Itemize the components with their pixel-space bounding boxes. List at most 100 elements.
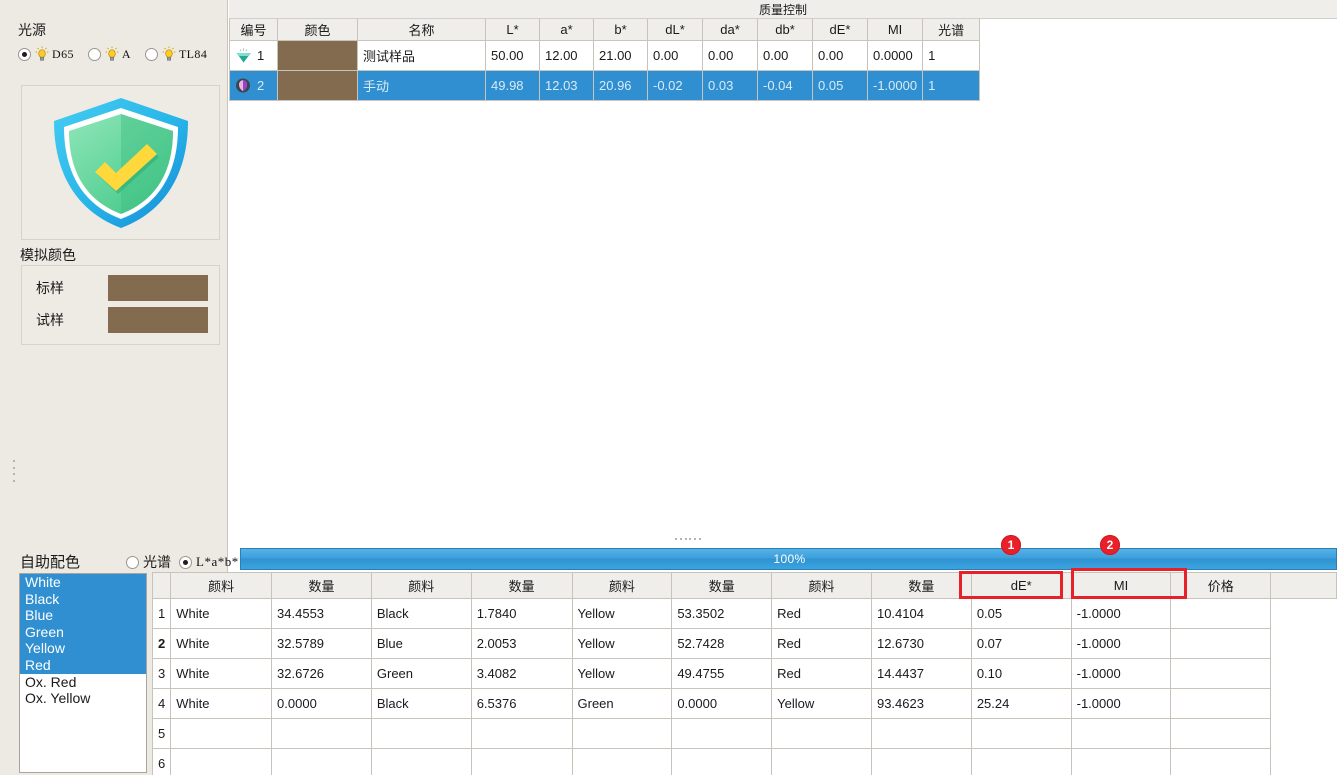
list-item[interactable]: White [20,574,146,591]
formula-cell[interactable]: 53.3502 [672,599,772,629]
formula-cell[interactable] [1171,749,1271,775]
formula-cell[interactable]: 0.05 [971,599,1071,629]
formula-cell[interactable]: White [171,629,272,659]
match-mode-option-spectrum[interactable]: 光谱 [126,552,171,572]
horizontal-splitter-handle[interactable] [675,538,701,541]
formula-cell[interactable]: 0.10 [971,659,1071,689]
formula-cell[interactable] [471,719,572,749]
formula-cell[interactable]: 34.4553 [272,599,372,629]
formula-cell[interactable] [1171,659,1271,689]
formula-cell[interactable] [1071,749,1171,775]
qc-col-db[interactable]: db* [758,19,813,41]
list-item[interactable]: Yellow [20,640,146,657]
formula-cell[interactable]: Red [772,599,872,629]
qc-col-name[interactable]: 名称 [358,19,486,41]
formula-cell[interactable] [572,719,672,749]
formula-cell[interactable] [772,719,872,749]
qc-col-a[interactable]: a* [540,19,594,41]
formula-cell[interactable] [1271,599,1337,629]
formula-cell[interactable] [1171,689,1271,719]
list-item[interactable]: Black [20,591,146,608]
illuminant-option-a[interactable]: A [88,46,131,62]
formula-cell[interactable] [171,719,272,749]
qc-col-b[interactable]: b* [594,19,648,41]
formula-cell[interactable]: -1.0000 [1071,629,1171,659]
qc-col-de[interactable]: dE* [813,19,868,41]
qc-col-mi[interactable]: MI [868,19,923,41]
formula-cell[interactable]: Yellow [572,659,672,689]
formula-cell[interactable] [1271,719,1337,749]
qc-col-num[interactable]: 编号 [230,19,278,41]
vertical-splitter-handle[interactable] [13,460,16,482]
formula-cell[interactable]: Blue [371,629,471,659]
formula-cell[interactable]: 2.0053 [471,629,572,659]
illuminant-option-d65[interactable]: D65 [18,46,74,62]
formula-cell[interactable]: Black [371,689,471,719]
formula-cell[interactable]: Red [772,629,872,659]
formula-cell[interactable] [871,719,971,749]
formula-col-colorant-2[interactable]: 颜料 [371,573,471,599]
formula-cell[interactable]: -1.0000 [1071,599,1171,629]
formula-col-price[interactable]: 价格 [1171,573,1271,599]
qc-col-color[interactable]: 颜色 [278,19,358,41]
formula-cell[interactable]: Yellow [572,599,672,629]
formula-cell[interactable]: White [171,689,272,719]
list-item[interactable]: Ox. Red [20,674,146,691]
formula-cell[interactable] [572,749,672,775]
formula-cell[interactable]: 49.4755 [672,659,772,689]
formula-cell[interactable]: 1.7840 [471,599,572,629]
table-row[interactable]: 6 [153,749,1337,775]
table-row[interactable]: 2 手动 49.98 12.03 20.96 -0.02 0.03 -0.04 … [230,71,980,101]
formula-cell[interactable]: Green [572,689,672,719]
formula-cell[interactable]: -1.0000 [1071,659,1171,689]
formula-cell[interactable]: Green [371,659,471,689]
radio-indicator[interactable] [18,48,31,61]
formula-cell[interactable] [471,749,572,775]
formula-cell[interactable] [672,749,772,775]
formula-cell[interactable]: White [171,599,272,629]
formula-cell[interactable]: 93.4623 [871,689,971,719]
formula-cell[interactable]: Red [772,659,872,689]
formula-cell[interactable] [971,719,1071,749]
radio-indicator[interactable] [145,48,158,61]
list-item[interactable]: Ox. Yellow [20,690,146,707]
formula-cell[interactable]: White [171,659,272,689]
formula-cell[interactable] [971,749,1071,775]
qc-col-da[interactable]: da* [703,19,758,41]
radio-indicator[interactable] [88,48,101,61]
formula-cell[interactable]: 3.4082 [471,659,572,689]
formula-cell[interactable] [1271,749,1337,775]
formula-col-extra[interactable] [1271,573,1337,599]
formula-cell[interactable]: 10.4104 [871,599,971,629]
formula-cell[interactable] [1071,719,1171,749]
formula-cell[interactable] [1271,689,1337,719]
formula-col-de[interactable]: dE* [971,573,1071,599]
formula-cell[interactable] [272,719,372,749]
formula-col-amount-3[interactable]: 数量 [672,573,772,599]
formula-col-mi[interactable]: MI [1071,573,1171,599]
formula-cell[interactable]: 32.6726 [272,659,372,689]
formula-cell[interactable] [871,749,971,775]
formula-cell[interactable]: 25.24 [971,689,1071,719]
radio-indicator[interactable] [179,556,192,569]
formula-col-amount-4[interactable]: 数量 [871,573,971,599]
formula-cell[interactable]: 14.4437 [871,659,971,689]
list-item[interactable]: Green [20,624,146,641]
list-item[interactable]: Blue [20,607,146,624]
formula-cell[interactable] [371,749,471,775]
table-row[interactable]: 5 [153,719,1337,749]
list-item[interactable]: Red [20,657,146,674]
formula-cell[interactable] [1171,599,1271,629]
formula-cell[interactable] [171,749,272,775]
formula-cell[interactable] [272,749,372,775]
formula-cell[interactable]: 52.7428 [672,629,772,659]
formula-cell[interactable] [1171,629,1271,659]
colorant-list[interactable]: White Black Blue Green Yellow Red Ox. Re… [19,573,147,773]
qc-col-dl[interactable]: dL* [648,19,703,41]
table-row[interactable]: 4 White 0.0000 Black 6.5376 Green 0.0000… [153,689,1337,719]
formula-cell[interactable]: 0.0000 [272,689,372,719]
formula-col-amount-2[interactable]: 数量 [471,573,572,599]
formula-cell[interactable] [371,719,471,749]
formula-col-colorant-3[interactable]: 颜料 [572,573,672,599]
formula-cell[interactable]: 0.07 [971,629,1071,659]
